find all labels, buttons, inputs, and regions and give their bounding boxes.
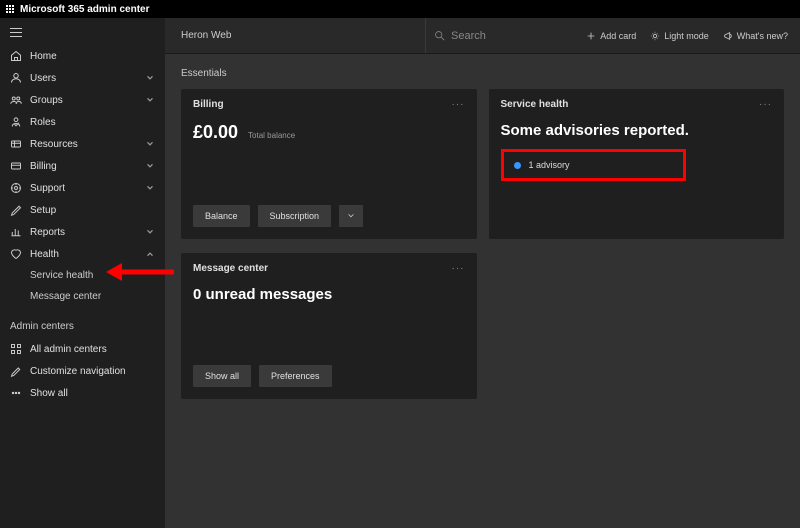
- messages-headline: 0 unread messages: [193, 286, 465, 303]
- more-icon[interactable]: ···: [452, 99, 465, 110]
- sidebar-item-label: Setup: [30, 205, 155, 216]
- home-icon: [10, 50, 22, 62]
- whats-new-button[interactable]: What's new?: [723, 31, 788, 41]
- message-center-card: Message center ··· 0 unread messages Sho…: [181, 253, 477, 399]
- sidebar-item-label: Users: [30, 73, 137, 84]
- sidebar-item-health[interactable]: Health: [0, 243, 165, 265]
- service-health-card: Service health ··· Some advisories repor…: [489, 89, 785, 239]
- support-icon: [10, 182, 22, 194]
- sidebar-item-label: Groups: [30, 95, 137, 106]
- setup-icon: [10, 204, 22, 216]
- sidebar-subitem-message-center[interactable]: Message center: [0, 286, 165, 307]
- hamburger-menu[interactable]: [0, 24, 165, 41]
- toolbar-label: What's new?: [737, 31, 788, 41]
- sidebar-item-home[interactable]: Home: [0, 45, 165, 67]
- toolbar-label: Light mode: [664, 31, 709, 41]
- chevron-down-icon: [347, 212, 355, 220]
- chevron-down-icon: [145, 227, 155, 237]
- global-topbar: Microsoft 365 admin center: [0, 0, 800, 18]
- dots-icon: [10, 387, 22, 399]
- more-icon[interactable]: ···: [759, 99, 772, 110]
- sidebar-item-support[interactable]: Support: [0, 177, 165, 199]
- sidebar-item-groups[interactable]: Groups: [0, 89, 165, 111]
- advisory-highlight[interactable]: 1 advisory: [501, 149, 686, 181]
- grid-icon: [10, 343, 22, 355]
- subscription-dropdown[interactable]: [339, 205, 363, 227]
- plus-icon: [586, 31, 596, 41]
- card-title: Service health: [501, 99, 569, 110]
- chevron-down-icon: [145, 161, 155, 171]
- search-input[interactable]: Search: [425, 18, 586, 53]
- health-icon: [10, 248, 22, 260]
- user-icon: [10, 72, 22, 84]
- sidebar-item-roles[interactable]: Roles: [0, 111, 165, 133]
- sidebar-item-billing[interactable]: Billing: [0, 155, 165, 177]
- sun-icon: [650, 31, 660, 41]
- advisory-dot-icon: [514, 162, 521, 169]
- sidebar-item-label: All admin centers: [30, 344, 155, 355]
- billing-subtext: Total balance: [248, 131, 295, 140]
- search-placeholder: Search: [451, 30, 486, 42]
- roles-icon: [10, 116, 22, 128]
- sidebar-item-label: Health: [30, 249, 137, 260]
- app-launcher-icon[interactable]: [6, 5, 14, 13]
- chevron-down-icon: [145, 139, 155, 149]
- sidebar-item-label: Roles: [30, 117, 155, 128]
- content-topbar: Heron Web Search Add card Light mode Wha…: [165, 18, 800, 54]
- sidebar-item-setup[interactable]: Setup: [0, 199, 165, 221]
- breadcrumb: Heron Web: [165, 30, 425, 41]
- pencil-icon: [10, 365, 22, 377]
- app-title: Microsoft 365 admin center: [20, 4, 149, 15]
- advisory-text: 1 advisory: [529, 160, 570, 170]
- sidebar-subitem-service-health[interactable]: Service health: [0, 265, 165, 286]
- megaphone-icon: [723, 31, 733, 41]
- chevron-down-icon: [145, 95, 155, 105]
- chevron-down-icon: [145, 73, 155, 83]
- content-area: Heron Web Search Add card Light mode Wha…: [165, 18, 800, 528]
- toolbar-label: Add card: [600, 31, 636, 41]
- sidebar-item-users[interactable]: Users: [0, 67, 165, 89]
- show-all-button[interactable]: Show all: [193, 365, 251, 387]
- sidebar-item-label: Reports: [30, 227, 137, 238]
- sidebar-item-customize-navigation[interactable]: Customize navigation: [0, 360, 165, 382]
- billing-card: Billing ··· £0.00 Total balance Balance …: [181, 89, 477, 239]
- group-icon: [10, 94, 22, 106]
- sidebar-item-label: Support: [30, 183, 137, 194]
- resources-icon: [10, 138, 22, 150]
- balance-button[interactable]: Balance: [193, 205, 250, 227]
- sidebar-item-label: Resources: [30, 139, 137, 150]
- sidebar-section-admin-centers: Admin centers: [0, 307, 165, 338]
- sidebar-item-all-admin-centers[interactable]: All admin centers: [0, 338, 165, 360]
- sidebar-item-reports[interactable]: Reports: [0, 221, 165, 243]
- card-title: Message center: [193, 263, 268, 274]
- more-icon[interactable]: ···: [452, 263, 465, 274]
- subscription-button[interactable]: Subscription: [258, 205, 332, 227]
- card-title: Billing: [193, 99, 224, 110]
- sidebar-item-show-all[interactable]: Show all: [0, 382, 165, 404]
- section-title-essentials: Essentials: [165, 54, 800, 89]
- chevron-down-icon: [145, 183, 155, 193]
- sidebar-item-label: Show all: [30, 388, 155, 399]
- sidebar: Home Users Groups Roles Resources Billin…: [0, 18, 165, 528]
- sidebar-item-resources[interactable]: Resources: [0, 133, 165, 155]
- add-card-button[interactable]: Add card: [586, 31, 636, 41]
- sidebar-item-label: Home: [30, 51, 155, 62]
- sidebar-item-label: Billing: [30, 161, 137, 172]
- search-icon: [434, 30, 445, 41]
- preferences-button[interactable]: Preferences: [259, 365, 332, 387]
- billing-amount: £0.00: [193, 122, 238, 143]
- reports-icon: [10, 226, 22, 238]
- health-headline: Some advisories reported.: [501, 122, 773, 139]
- chevron-up-icon: [145, 249, 155, 259]
- light-mode-button[interactable]: Light mode: [650, 31, 709, 41]
- sidebar-item-label: Customize navigation: [30, 366, 155, 377]
- billing-icon: [10, 160, 22, 172]
